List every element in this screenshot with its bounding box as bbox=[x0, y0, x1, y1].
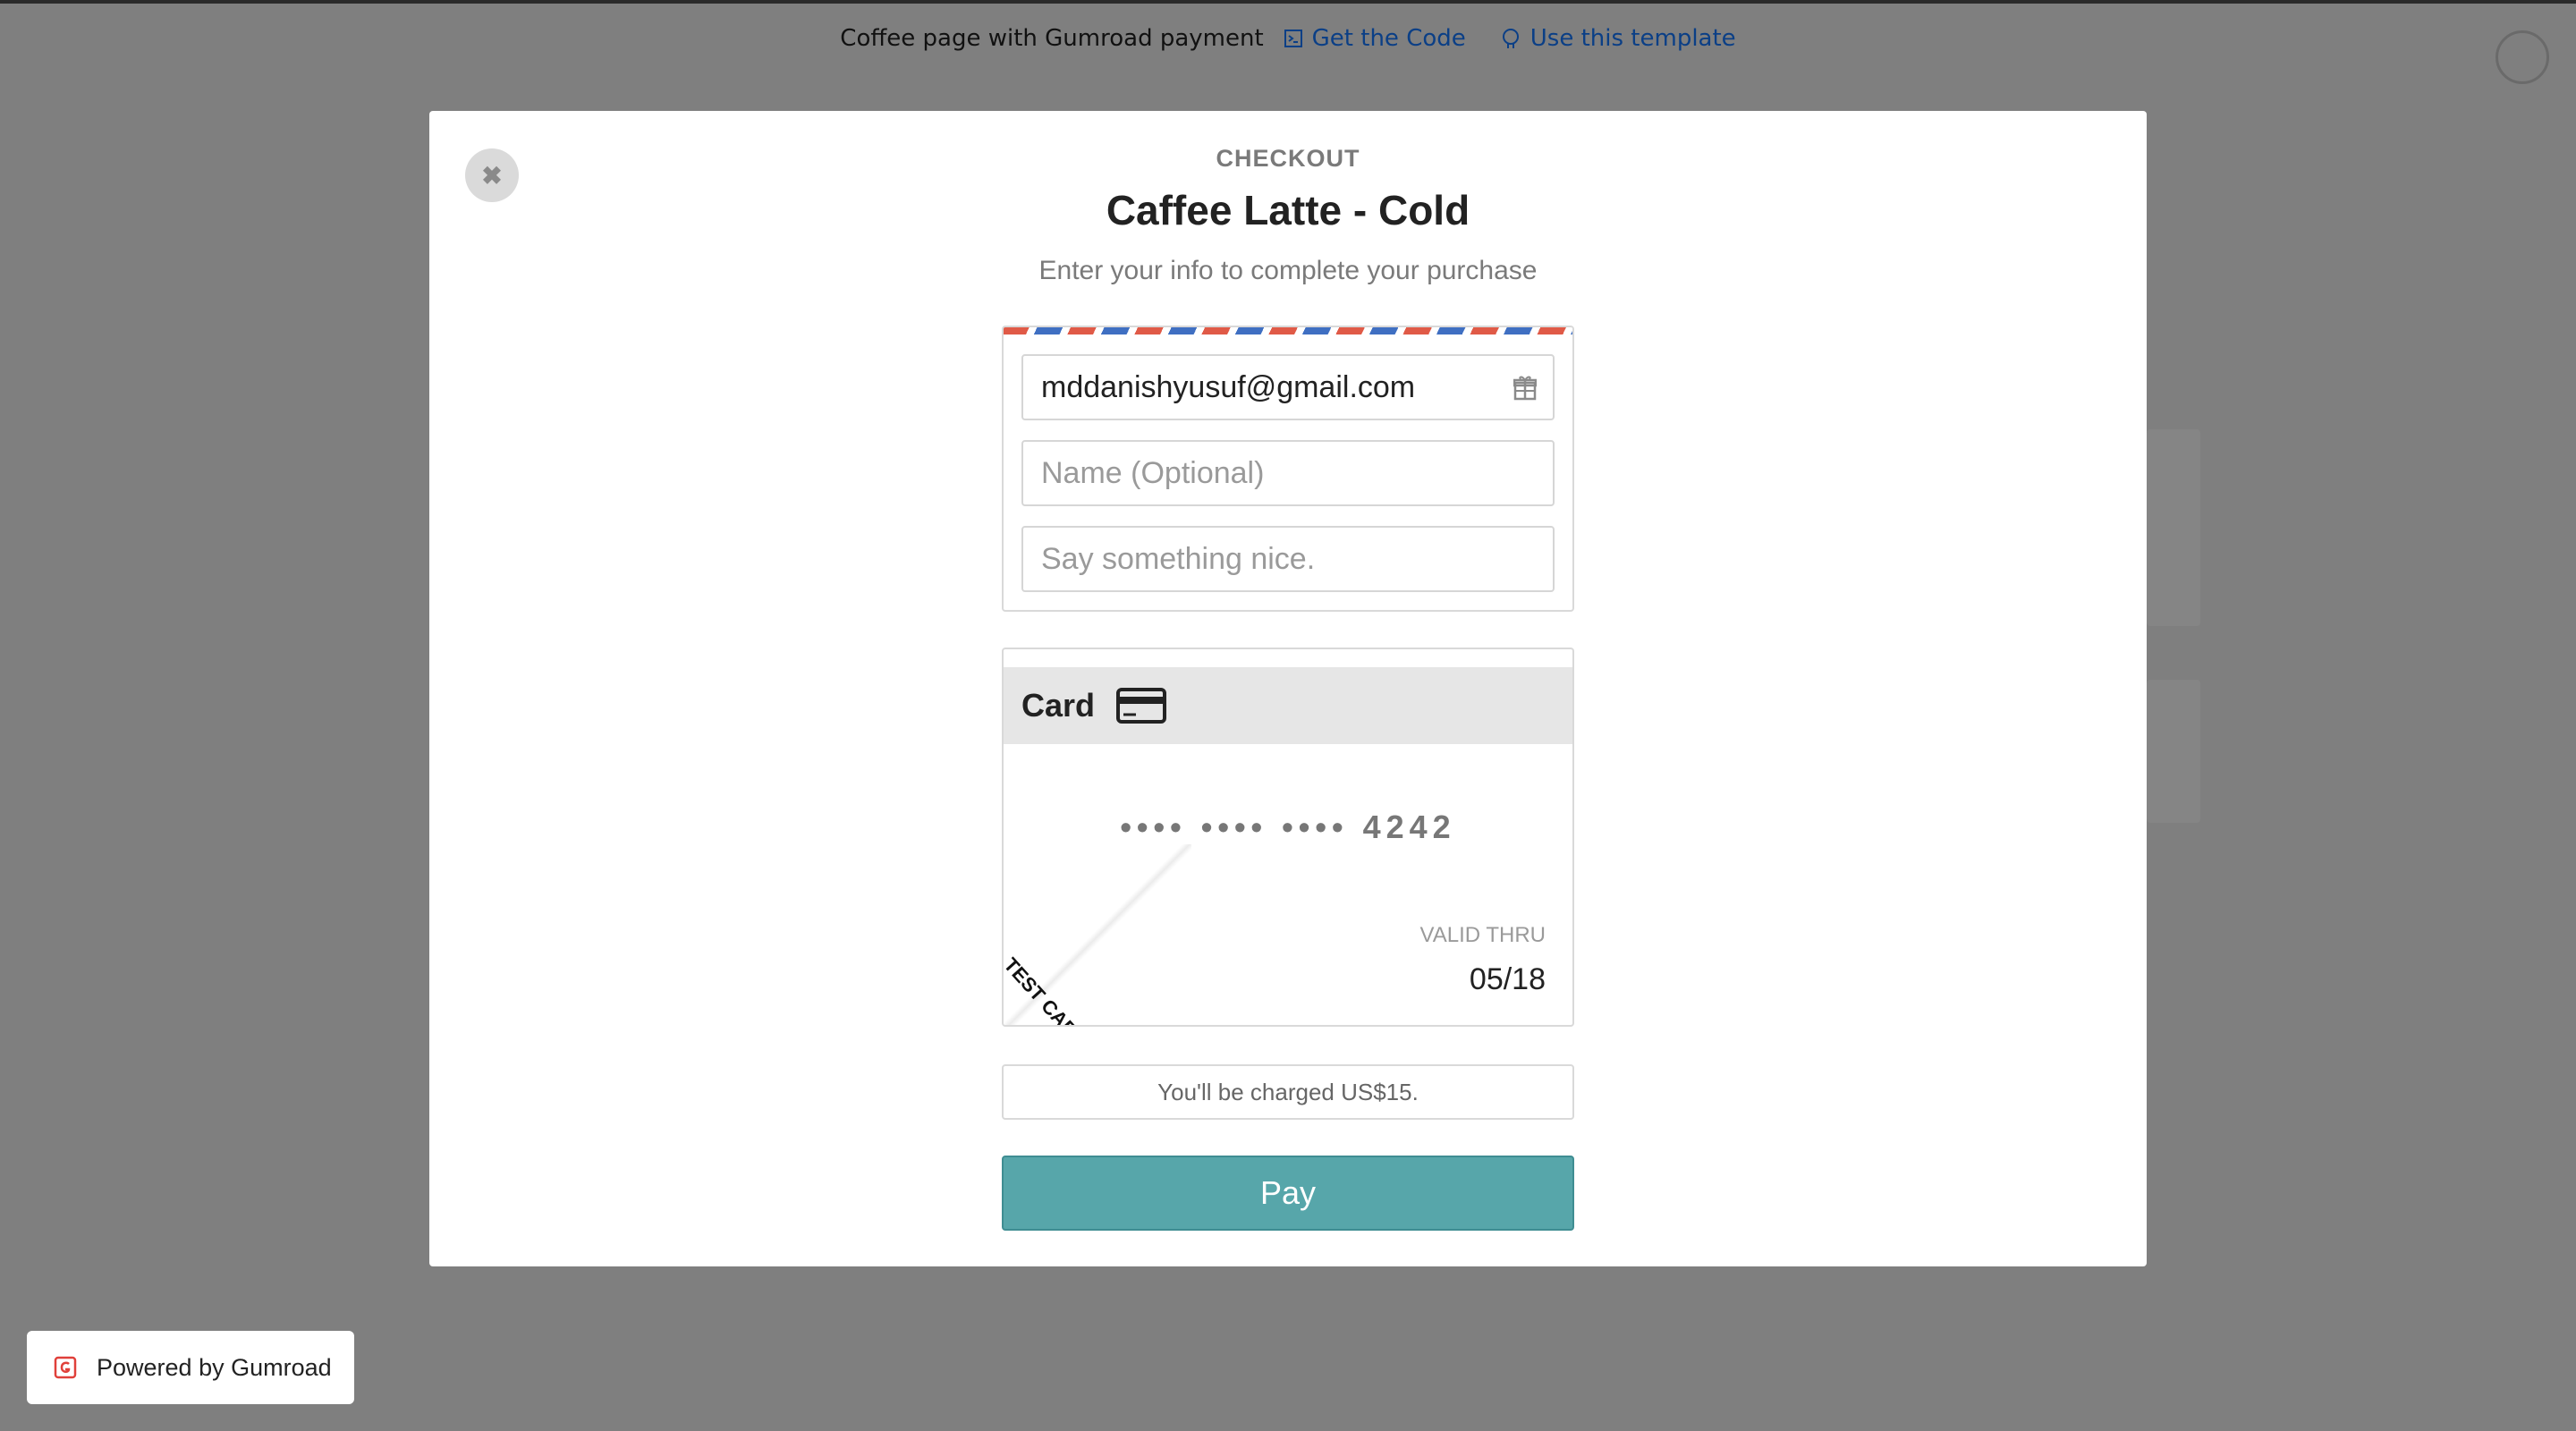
background-panel bbox=[2147, 680, 2200, 823]
checkout-label: CHECKOUT bbox=[1216, 145, 1360, 172]
use-template-label: Use this template bbox=[1530, 25, 1736, 52]
gumroad-logo-icon bbox=[54, 1356, 77, 1379]
corner-circle-button[interactable] bbox=[2496, 30, 2549, 84]
card-payment-panel[interactable]: Card •••• •••• •••• 4242 TEST CARD VALID… bbox=[1002, 648, 1574, 1027]
gift-icon[interactable] bbox=[1513, 374, 1537, 401]
pay-button[interactable]: Pay bbox=[1002, 1156, 1574, 1231]
top-banner: Coffee page with Gumroad payment Get the… bbox=[0, 18, 2576, 59]
email-field[interactable] bbox=[1021, 354, 1555, 420]
window-top-border bbox=[0, 0, 2576, 4]
valid-thru-label: VALID THRU bbox=[1419, 923, 1546, 947]
use-template-link[interactable]: Use this template bbox=[1500, 25, 1736, 52]
powered-by-gumroad-badge[interactable]: Powered by Gumroad bbox=[27, 1331, 354, 1404]
airmail-stripe bbox=[1004, 327, 1572, 334]
powered-by-label: Powered by Gumroad bbox=[97, 1353, 332, 1381]
checkout-subtitle: Enter your info to complete your purchas… bbox=[1038, 256, 1538, 285]
github-icon bbox=[1502, 29, 1519, 48]
message-field[interactable] bbox=[1021, 526, 1555, 592]
code-icon bbox=[1284, 30, 1302, 47]
checkout-modal: ✖ CHECKOUT Caffee Latte - Cold Enter you… bbox=[429, 111, 2147, 1266]
card-number: •••• •••• •••• 4242 bbox=[1120, 809, 1456, 845]
get-code-link[interactable]: Get the Code bbox=[1284, 25, 1466, 52]
valid-thru-value: 05/18 bbox=[1469, 962, 1546, 996]
product-title: Caffee Latte - Cold bbox=[1106, 187, 1470, 233]
charge-notice: You'll be charged US$15. bbox=[1002, 1064, 1574, 1120]
banner-title: Coffee page with Gumroad payment bbox=[840, 25, 1264, 52]
card-label: Card bbox=[1021, 687, 1096, 724]
buyer-info-form bbox=[1002, 326, 1574, 612]
charge-text: You'll be charged US$15. bbox=[1157, 1078, 1419, 1105]
background-panel bbox=[2147, 429, 2200, 626]
card-header: Card bbox=[1004, 667, 1572, 744]
credit-card-icon bbox=[1116, 688, 1167, 724]
name-field[interactable] bbox=[1021, 440, 1555, 506]
get-code-label: Get the Code bbox=[1311, 25, 1466, 52]
